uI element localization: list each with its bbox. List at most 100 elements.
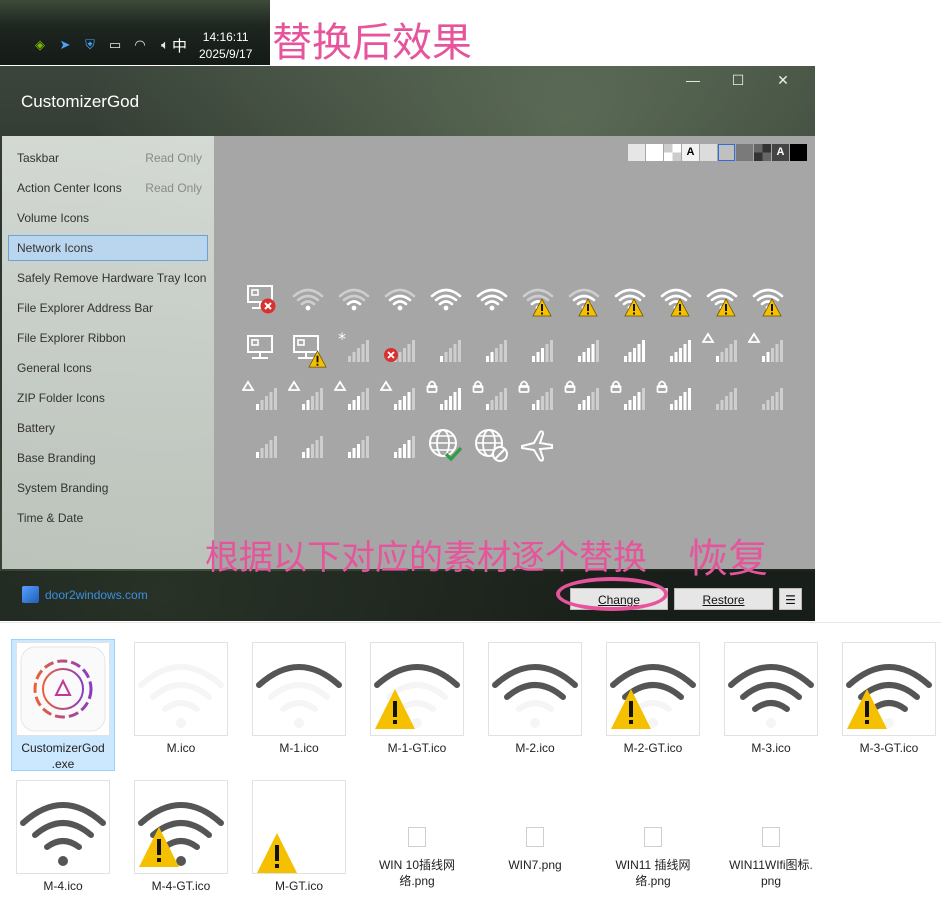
cellular-bars-icon[interactable] — [518, 330, 558, 370]
file-item[interactable]: WIN11WIfi图标. png — [719, 777, 823, 909]
cellular-roaming-icon[interactable] — [701, 330, 742, 370]
file-item[interactable]: WIN11 插线网 络.png — [601, 777, 705, 909]
file-name: M-4-GT.ico — [151, 879, 211, 893]
cellular-bars-icon[interactable] — [426, 330, 466, 370]
file-item[interactable]: CustomizerGod .exe — [11, 639, 115, 771]
cellular-bars-icon[interactable] — [748, 378, 788, 418]
minimize-icon[interactable]: — — [683, 72, 703, 88]
sidebar-item[interactable]: Network Icons — [8, 235, 208, 261]
cellular-roaming-icon[interactable] — [241, 378, 282, 418]
cellular-lock-icon[interactable] — [518, 378, 558, 418]
cellular-lock-icon[interactable] — [564, 378, 604, 418]
bird-icon[interactable]: ➤ — [57, 36, 73, 54]
file-item[interactable]: WIN7.png — [483, 777, 587, 909]
ime-indicator[interactable]: 中 — [172, 35, 187, 56]
volume-icon[interactable]: 🔈︎ — [157, 36, 173, 54]
sidebar-item[interactable]: System Branding — [8, 475, 208, 501]
background-swatch[interactable] — [790, 144, 807, 161]
cellular-bars-icon[interactable] — [242, 426, 282, 466]
cellular-asterisk-icon[interactable]: * — [334, 329, 374, 370]
battery-icon[interactable]: ▭ — [107, 36, 123, 54]
shield-icon[interactable]: ⛨ — [82, 36, 98, 54]
background-swatch[interactable]: A — [772, 144, 789, 161]
file-item[interactable]: M-2-GT.ico — [601, 639, 705, 771]
background-swatch[interactable] — [700, 144, 717, 161]
sidebar-item[interactable]: Action Center Icons Read Only — [8, 175, 208, 201]
menu-button[interactable]: ☰ — [779, 588, 802, 610]
file-item[interactable]: M-3.ico — [719, 639, 823, 771]
file-thumbnail — [606, 642, 700, 736]
background-swatch[interactable] — [628, 144, 645, 161]
wifi-1-warning-icon[interactable] — [518, 280, 558, 320]
ethernet-warning-icon[interactable] — [288, 330, 328, 370]
globe-blocked-icon[interactable] — [472, 426, 512, 466]
wifi-4-warning-icon[interactable] — [656, 280, 696, 320]
cellular-bars-icon[interactable] — [288, 426, 328, 466]
maximize-icon[interactable]: ☐ — [728, 72, 748, 89]
sidebar-item[interactable]: Volume Icons — [8, 205, 208, 231]
wifi-3-warning-icon[interactable] — [610, 280, 650, 320]
cellular-bars-icon[interactable] — [564, 330, 604, 370]
sidebar-item[interactable]: File Explorer Address Bar — [8, 295, 208, 321]
cellular-lock-icon[interactable] — [472, 378, 512, 418]
wifi-3-warning-icon[interactable] — [702, 280, 742, 320]
cellular-bars-icon[interactable] — [380, 426, 420, 466]
change-button[interactable]: Change — [570, 588, 668, 610]
airplane-icon[interactable] — [518, 426, 558, 466]
file-item[interactable]: M-2.ico — [483, 639, 587, 771]
sidebar-item[interactable]: ZIP Folder Icons — [8, 385, 208, 411]
cellular-bars-icon[interactable] — [702, 378, 742, 418]
background-swatch[interactable] — [646, 144, 663, 161]
background-swatch[interactable] — [718, 144, 735, 161]
ethernet-error-icon[interactable] — [242, 280, 282, 320]
background-swatch[interactable] — [664, 144, 681, 161]
cellular-roaming-icon[interactable] — [747, 330, 788, 370]
cellular-lock-icon[interactable] — [610, 378, 650, 418]
ethernet-icon[interactable] — [242, 330, 282, 370]
background-swatch[interactable] — [736, 144, 753, 161]
sidebar-item[interactable]: Time & Date — [8, 505, 208, 531]
cellular-roaming-icon[interactable] — [379, 378, 420, 418]
file-item[interactable]: M-4.ico — [11, 777, 115, 909]
cellular-lock-icon[interactable] — [656, 378, 696, 418]
cellular-error-icon[interactable] — [380, 330, 420, 370]
wifi-4-warning-icon[interactable] — [748, 280, 788, 320]
wifi-icon[interactable]: ◠ — [132, 36, 148, 54]
file-item[interactable]: WIN 10插线网 络.png — [365, 777, 469, 909]
cellular-bars-icon[interactable] — [656, 330, 696, 370]
background-swatch[interactable] — [754, 144, 771, 161]
wifi-2-icon[interactable] — [380, 280, 420, 320]
cellular-lock-icon[interactable] — [426, 378, 466, 418]
sidebar-item[interactable]: Battery — [8, 415, 208, 441]
nvidia-icon[interactable]: ◈ — [32, 36, 48, 54]
taskbar-clock[interactable]: 14:16:11 2025/9/17 — [199, 29, 252, 63]
door2windows-link[interactable]: door2windows.com — [22, 586, 148, 603]
cellular-bars-icon[interactable] — [610, 330, 650, 370]
cellular-bars-icon[interactable] — [472, 330, 512, 370]
wifi-0-icon[interactable] — [288, 280, 328, 320]
cellular-roaming-icon[interactable] — [287, 378, 328, 418]
file-item[interactable]: M-4-GT.ico — [129, 777, 233, 909]
wifi-2-warning-icon[interactable] — [564, 280, 604, 320]
file-name: WIN7.png — [508, 858, 562, 872]
file-item[interactable]: M-3-GT.ico — [837, 639, 941, 771]
sidebar-item[interactable]: File Explorer Ribbon — [8, 325, 208, 351]
wifi-3-icon[interactable] — [426, 280, 466, 320]
background-swatch[interactable]: A — [682, 144, 699, 161]
globe-check-icon[interactable] — [426, 426, 466, 466]
file-item[interactable]: M-GT.ico — [247, 777, 351, 909]
wifi-4-icon[interactable] — [472, 280, 512, 320]
sidebar-item[interactable]: General Icons — [8, 355, 208, 381]
file-item[interactable]: M-1.ico — [247, 639, 351, 771]
file-item[interactable]: M.ico — [129, 639, 233, 771]
file-thumbnail — [134, 642, 228, 736]
cellular-roaming-icon[interactable] — [333, 378, 374, 418]
sidebar-item[interactable]: Taskbar Read Only — [8, 145, 208, 171]
file-item[interactable]: M-1-GT.ico — [365, 639, 469, 771]
sidebar-item[interactable]: Base Branding — [8, 445, 208, 471]
cellular-bars-icon[interactable] — [334, 426, 374, 466]
close-icon[interactable]: ✕ — [773, 72, 793, 89]
wifi-1-icon[interactable] — [334, 280, 374, 320]
restore-button[interactable]: Restore — [674, 588, 773, 610]
sidebar-item[interactable]: Safely Remove Hardware Tray Icon — [8, 265, 208, 291]
